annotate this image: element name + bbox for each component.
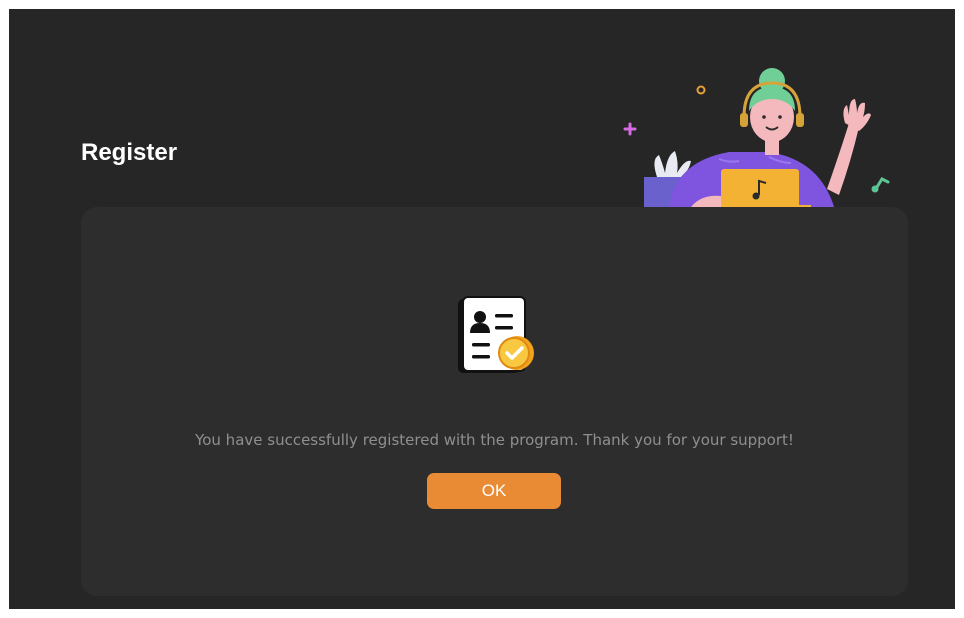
page-title: Register xyxy=(81,139,178,166)
success-message: You have successfully registered with th… xyxy=(195,431,794,449)
register-panel: You have successfully registered with th… xyxy=(81,207,908,596)
ok-button[interactable]: OK xyxy=(427,473,561,509)
registration-document-check-icon xyxy=(456,295,538,377)
register-window: Register You have successfully registere… xyxy=(9,9,955,609)
woman-laptop-illustration-icon xyxy=(609,59,899,210)
